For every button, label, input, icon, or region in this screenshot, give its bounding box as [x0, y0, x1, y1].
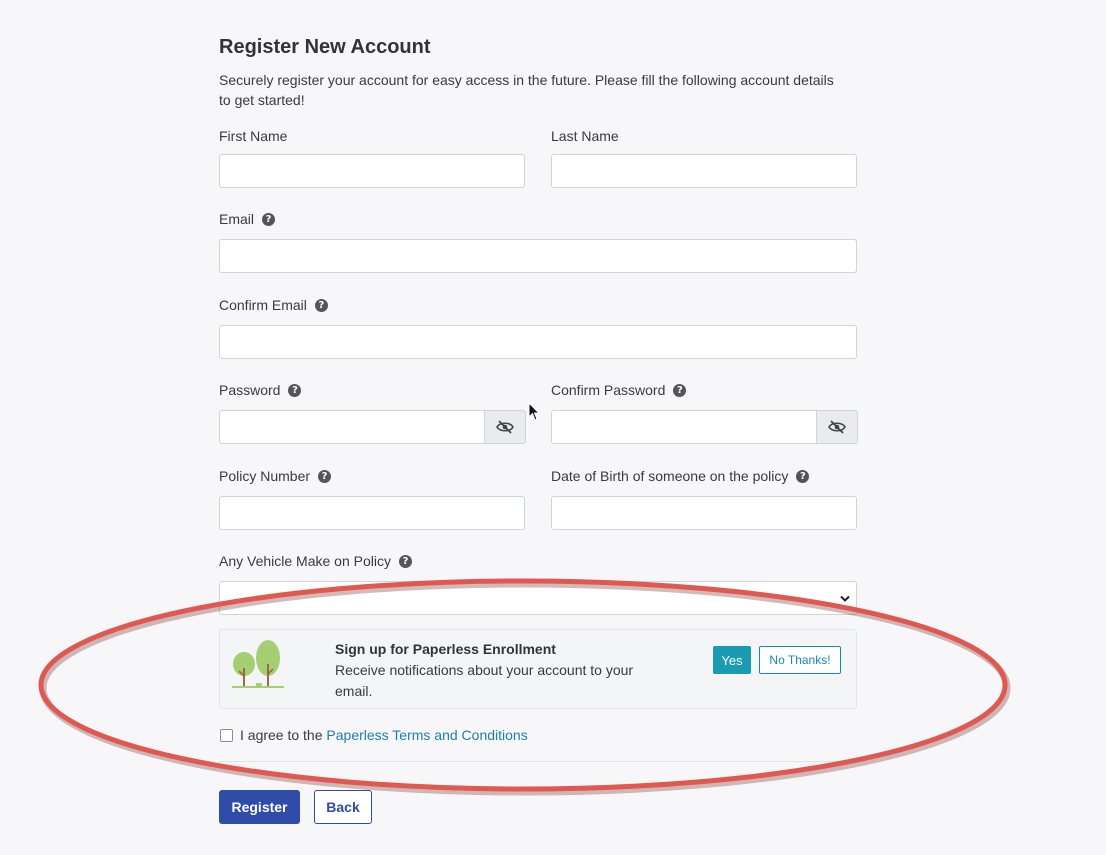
- mouse-cursor-icon: [528, 402, 540, 421]
- help-icon[interactable]: ?: [314, 298, 328, 312]
- paperless-description: Receive notifications about your account…: [335, 662, 634, 699]
- back-button[interactable]: Back: [314, 790, 372, 824]
- help-icon[interactable]: ?: [318, 469, 332, 483]
- page-subtitle: Securely register your account for easy …: [219, 72, 834, 108]
- toggle-password-visibility-button[interactable]: [485, 410, 526, 444]
- paperless-enrollment-panel: Sign up for Paperless Enrollment Receive…: [219, 629, 857, 709]
- chevron-down-icon: [840, 595, 850, 602]
- dob-input[interactable]: [551, 496, 857, 530]
- help-icon[interactable]: ?: [796, 469, 810, 483]
- register-button[interactable]: Register: [219, 790, 300, 824]
- help-icon[interactable]: ?: [262, 212, 276, 226]
- eye-slash-icon: [828, 420, 846, 434]
- email-label: Email ?: [219, 211, 276, 227]
- paperless-no-thanks-button[interactable]: No Thanks!: [759, 646, 841, 674]
- password-label: Password ?: [219, 382, 302, 398]
- agree-terms-label: I agree to the Paperless Terms and Condi…: [240, 727, 528, 743]
- paperless-yes-button[interactable]: Yes: [713, 646, 751, 674]
- eye-slash-icon: [496, 420, 514, 434]
- help-icon[interactable]: ?: [398, 554, 412, 568]
- password-input[interactable]: [219, 410, 485, 444]
- first-name-label: First Name: [219, 128, 288, 144]
- confirm-password-label: Confirm Password ?: [551, 382, 687, 398]
- email-input[interactable]: [219, 239, 857, 273]
- paperless-terms-link[interactable]: Paperless Terms and Conditions: [326, 727, 527, 743]
- paperless-title: Sign up for Paperless Enrollment: [335, 641, 556, 657]
- page-title: Register New Account: [219, 36, 431, 58]
- trees-illustration-icon: [232, 640, 284, 688]
- divider: [219, 761, 857, 762]
- policy-number-input[interactable]: [219, 496, 525, 530]
- toggle-confirm-password-visibility-button[interactable]: [817, 410, 858, 444]
- agree-terms-checkbox[interactable]: [220, 729, 233, 742]
- policy-number-label: Policy Number ?: [219, 468, 332, 484]
- help-icon[interactable]: ?: [673, 383, 687, 397]
- confirm-email-input[interactable]: [219, 325, 857, 359]
- vehicle-make-label: Any Vehicle Make on Policy ?: [219, 553, 412, 569]
- confirm-password-input[interactable]: [551, 410, 817, 444]
- first-name-input[interactable]: [219, 154, 525, 188]
- dob-label: Date of Birth of someone on the policy ?: [551, 468, 810, 484]
- confirm-email-label: Confirm Email ?: [219, 297, 328, 313]
- help-icon[interactable]: ?: [288, 383, 302, 397]
- last-name-input[interactable]: [551, 154, 857, 188]
- vehicle-make-select[interactable]: [219, 581, 857, 615]
- last-name-label: Last Name: [551, 128, 619, 144]
